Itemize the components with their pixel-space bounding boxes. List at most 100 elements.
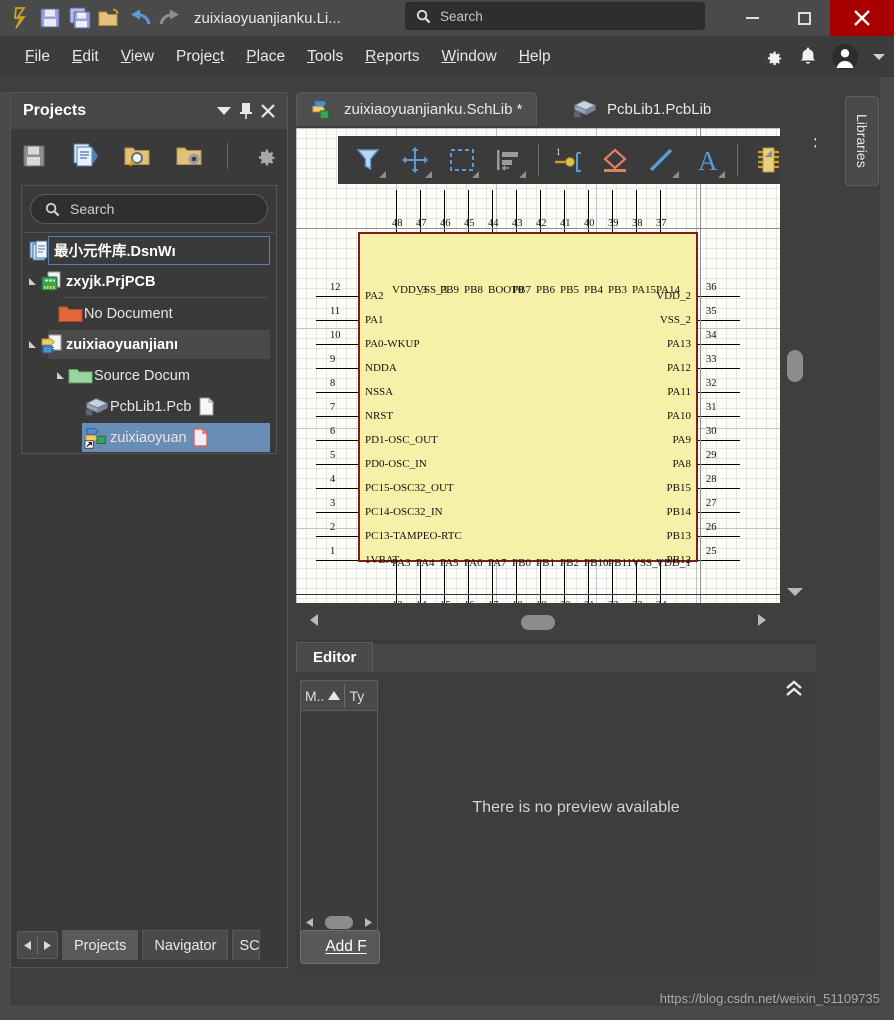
chevron-down-icon[interactable] [872, 52, 886, 62]
panel-tab-projects[interactable]: Projects [62, 930, 139, 960]
menu-edit[interactable]: Edit [61, 44, 110, 70]
menu-reports[interactable]: Reports [354, 44, 430, 70]
align-icon[interactable] [488, 140, 529, 180]
pin-number vert: 18 [512, 600, 523, 603]
selection-rect-icon[interactable] [441, 140, 482, 180]
pin-wire [698, 368, 740, 370]
bell-icon[interactable] [798, 46, 818, 68]
doc-tab-pcblib[interactable]: PcbLib1.PcbLib [558, 92, 725, 126]
tree-twisty-icon[interactable] [26, 277, 40, 287]
grid-scroll-left-icon[interactable] [305, 917, 314, 928]
maximize-button[interactable] [778, 0, 830, 36]
place-pin-icon[interactable]: 1 [548, 140, 589, 180]
tree-item-no-document[interactable]: No Document [22, 298, 276, 329]
tree-item-schlib-project[interactable]: zuixiaoyuanjianı [22, 329, 276, 360]
pin-label vert: PA7 [488, 557, 507, 569]
doc-white-icon [199, 397, 214, 416]
menu-place[interactable]: Place [235, 44, 296, 70]
scroll-down-arrow-icon[interactable] [780, 578, 810, 606]
folder-settings-icon[interactable] [175, 141, 205, 171]
grid-scroll-right-icon[interactable] [364, 917, 373, 928]
pin-label: NDDA [365, 362, 397, 374]
tree-item-source-documents[interactable]: Source Docum [22, 360, 276, 391]
projects-search-input[interactable]: Search [30, 194, 268, 224]
move-cross-icon[interactable] [395, 140, 436, 180]
editor-tab-bar: Editor [296, 640, 816, 672]
undo-icon[interactable] [126, 4, 154, 32]
global-search-box[interactable]: Search [405, 2, 705, 30]
pin-wire [698, 296, 740, 298]
pin-label vert: PB11 [608, 557, 633, 569]
folder-orange-icon [58, 302, 84, 326]
vertical-scroll-thumb[interactable] [787, 350, 803, 382]
tree-item-prjpcb[interactable]: zxyjk.PrjPCB [22, 266, 276, 297]
editor-collapse-icon[interactable] [784, 680, 804, 703]
sort-ascending-icon[interactable] [328, 691, 341, 700]
scroll-left-arrow-icon[interactable] [308, 613, 320, 631]
add-footprint-button[interactable]: Add F [300, 930, 380, 964]
panel-documents-icon[interactable] [71, 141, 101, 171]
line-icon[interactable] [641, 140, 682, 180]
libraries-side-tab[interactable]: Libraries [845, 96, 879, 186]
altium-logo-icon[interactable] [6, 4, 34, 32]
minimize-button[interactable] [726, 0, 778, 36]
menu-help[interactable]: Help [508, 44, 562, 70]
editor-grid[interactable]: M.. Ty [300, 680, 378, 935]
menu-view[interactable]: View [110, 44, 165, 70]
tree-label: zuixiaoyuanjianı [66, 336, 178, 353]
panel-gear-icon[interactable] [250, 141, 280, 171]
pin-wire [698, 344, 740, 346]
editor-tab[interactable]: Editor [296, 642, 374, 672]
save-all-icon[interactable] [66, 4, 94, 32]
search-icon [45, 202, 60, 216]
panel-dropdown-icon[interactable] [213, 100, 235, 122]
column-header-type[interactable]: Ty [345, 688, 368, 704]
close-button[interactable] [830, 0, 894, 36]
pin-number: 9 [330, 354, 336, 365]
grid-scroll-thumb[interactable] [325, 915, 353, 929]
projects-panel-toolbar [11, 129, 287, 183]
redo-icon[interactable] [156, 4, 184, 32]
panel-tab-sch[interactable]: SC [232, 930, 261, 960]
schematic-vertical-scrollbar[interactable] [780, 128, 810, 580]
tree-item-workspace[interactable]: 最小元件库.DsnWı [22, 235, 276, 266]
ieee-symbol-icon[interactable] [594, 140, 635, 180]
tree-item-pcblib1[interactable]: PcbLib1.Pcb [22, 391, 276, 422]
tree-twisty-icon[interactable] [54, 371, 68, 381]
menu-tools[interactable]: Tools [296, 44, 354, 70]
prev-arrow-icon[interactable] [18, 932, 37, 958]
pcb-project-icon [40, 270, 66, 294]
panel-close-icon[interactable] [257, 100, 279, 122]
menu-project[interactable]: Project [165, 44, 235, 70]
open-folder-icon[interactable] [96, 4, 124, 32]
schematic-horizontal-scrollbar[interactable] [296, 607, 780, 637]
menu-file[interactable]: File [14, 44, 61, 70]
panel-save-icon[interactable] [19, 141, 49, 171]
text-icon[interactable]: A [688, 140, 729, 180]
tree-twisty-icon[interactable] [26, 340, 40, 350]
tree-label: zxyjk.PrjPCB [66, 273, 156, 290]
horizontal-scroll-thumb[interactable] [521, 614, 555, 630]
pin-number: 10 [330, 330, 341, 341]
panel-tab-navigator[interactable]: Navigator [142, 930, 229, 960]
pin-number: 8 [330, 378, 336, 389]
user-avatar-icon[interactable] [832, 43, 858, 70]
pin-label vert: PB1 [536, 557, 555, 569]
schematic-canvas[interactable]: 12 PA2 11 PA1 10 PA0-WKUP 9 NDDA 8 NSSA 7 NRST 6 PD1-… [296, 128, 780, 603]
folder-search-icon[interactable] [123, 141, 153, 171]
filter-funnel-icon[interactable] [348, 140, 389, 180]
gear-icon[interactable] [762, 46, 784, 68]
toolbar-overflow-icon[interactable] [765, 150, 772, 157]
next-arrow-icon[interactable] [38, 932, 57, 958]
scroll-right-arrow-icon[interactable] [756, 613, 768, 631]
pin-wire [698, 440, 740, 442]
save-icon[interactable] [36, 4, 64, 32]
global-search-placeholder: Search [440, 8, 483, 24]
doc-tab-schlib[interactable]: zuixiaoyuanjianku.SchLib * [296, 92, 538, 126]
column-header-model[interactable]: M.. [301, 688, 344, 704]
menu-window[interactable]: Window [431, 44, 508, 70]
panel-pin-icon[interactable] [235, 100, 257, 122]
tree-item-schlib-document[interactable]: zuixiaoyuan [22, 422, 276, 453]
pin-number vert: 16 [464, 600, 475, 603]
pcblib-icon [84, 395, 110, 419]
